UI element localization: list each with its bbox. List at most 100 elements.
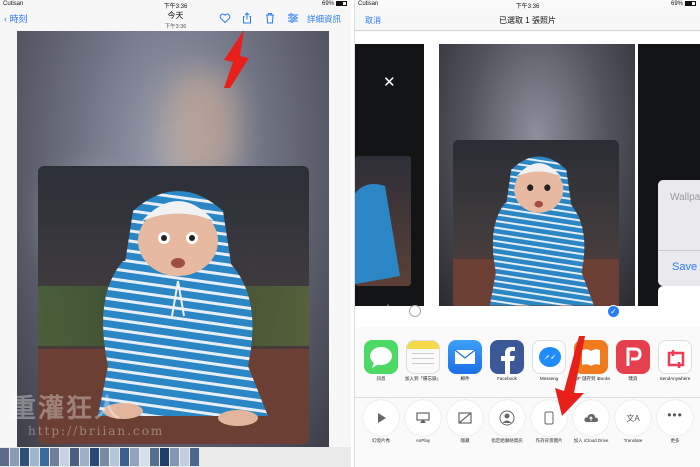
airplay-icon [405,400,441,436]
action-slideshow[interactable]: 幻燈片秀 [359,400,403,444]
annotation-arrow [224,30,249,88]
annotation-arrow [555,336,585,416]
photo-selection-carousel: ✕ ⤓ [355,32,700,327]
share-app-notes[interactable]: 加入到「備忘錄」 [401,340,445,382]
battery-icon [336,1,347,6]
battery-indicator: 69% [671,1,696,7]
close-icon[interactable]: ✕ [383,75,396,90]
action-airplay[interactable]: AirPlay [401,400,445,444]
battery-percent: 69% [670,1,683,8]
status-bar: Cutisan 下午3:36 69% [355,0,700,10]
mail-icon [448,340,482,374]
share-icon[interactable] [241,12,253,24]
baby-illustration [453,156,619,306]
photo-viewer-screen: Cutisan 下午3:36 69% ‹ 時刻 今天 下午3:36 詳細資訊 重… [0,0,351,467]
action-label: 加入 iCloud Drive [573,438,609,443]
photo-preview-selected[interactable] [439,44,635,306]
share-app-plurk[interactable]: 噗浪 [611,340,655,382]
sendanywhere-icon [658,340,692,374]
wallpaper-label: Wallpa [670,192,700,203]
filmstrip-thumb[interactable] [120,448,129,466]
photo-preview-right[interactable]: Wallpa Save [638,44,700,306]
filmstrip-thumb[interactable] [80,448,89,466]
share-apps-row: 訊息 加入到「備忘錄」 郵件 Facebook Messeng PDF 儲存到 … [355,340,700,392]
plurk-icon [616,340,650,374]
more-icon: ••• [657,400,693,436]
battery-percent: 69% [321,1,334,8]
action-label: 幻燈片秀 [372,438,390,443]
filmstrip-thumb[interactable] [60,448,69,466]
divider [658,250,700,251]
share-actions-row: 幻燈片秀 AirPlay 隱藏 指定給聯絡資訊 作為背景圖片 加入 iCloud… [355,400,700,460]
photo-preview-thumb [453,140,619,306]
share-sheet-screen: Cutisan 下午3:36 69% 取消 已選取 1 張照片 ✕ ⤓ [354,0,700,467]
filmstrip-thumb[interactable] [160,448,169,466]
messages-icon [364,340,398,374]
photo-filmstrip[interactable] [0,447,351,467]
filmstrip-thumb[interactable] [20,448,29,466]
photo-preview-left[interactable]: ✕ ⤓ [355,44,424,306]
filmstrip-thumb[interactable] [40,448,49,466]
divider [355,397,700,398]
trash-icon[interactable] [264,12,276,24]
filmstrip-thumb[interactable] [130,448,139,466]
app-label: 郵件 [460,376,470,381]
filmstrip-thumb[interactable] [0,448,9,466]
filmstrip-thumb[interactable] [140,448,149,466]
action-assign-contact[interactable]: 指定給聯絡資訊 [485,400,529,444]
heart-icon[interactable] [219,12,231,24]
details-button[interactable]: 詳細資訊 [307,13,341,25]
wallpaper-dialog-preview: Wallpa Save [658,180,700,286]
download-icon[interactable]: ⤓ [378,303,398,306]
screenshot-root: Cutisan 下午3:36 69% ‹ 時刻 今天 下午3:36 詳細資訊 重… [0,0,700,467]
action-label: 更多 [670,438,680,443]
filmstrip-thumb[interactable] [110,448,119,466]
action-hide[interactable]: 隱藏 [443,400,487,444]
share-app-mail[interactable]: 郵件 [443,340,487,382]
filmstrip-thumb[interactable] [70,448,79,466]
share-app-facebook[interactable]: Facebook [485,340,529,381]
facebook-icon [490,340,524,374]
share-app-sendanywhere[interactable]: SendAnywhere [653,340,697,381]
selection-title: 已選取 1 張照片 [499,16,556,25]
app-label: 加入到「備忘錄」 [405,376,441,381]
filmstrip-thumb[interactable] [30,448,39,466]
action-label: 隱藏 [460,438,470,443]
app-label: Facebook [497,376,517,381]
action-label: Translate [623,438,643,443]
action-translate[interactable]: 文A Translate [611,400,655,444]
photo-nav-bar: ‹ 時刻 今天 下午3:36 詳細資訊 [0,9,351,30]
filmstrip-thumb[interactable] [150,448,159,466]
share-nav-bar: 取消 已選取 1 張照片 [355,9,700,31]
watermark-url: http://briian.com [28,424,165,438]
app-label: 訊息 [376,376,386,381]
battery-icon [685,1,696,6]
share-app-messages[interactable]: 訊息 [359,340,403,382]
filmstrip-thumb[interactable] [100,448,109,466]
action-label: 作為背景圖片 [535,438,563,443]
selected-checkmark-icon[interactable]: ✓ [607,305,620,318]
filmstrip-thumb[interactable] [180,448,189,466]
filmstrip-thumb[interactable] [90,448,99,466]
play-icon [363,400,399,436]
filmstrip-thumb[interactable] [10,448,19,466]
app-label: 噗浪 [628,376,638,381]
action-more[interactable]: ••• 更多 [653,400,697,444]
translate-icon: 文A [615,400,651,436]
save-label: Save [672,261,698,273]
action-label: AirPlay [415,438,431,443]
baby-illustration [355,184,400,285]
unselected-circle-icon[interactable] [409,305,421,317]
filmstrip-thumb[interactable] [190,448,199,466]
notes-icon [406,340,440,374]
action-label: 指定給聯絡資訊 [491,438,523,443]
status-bar: Cutisan 下午3:36 69% [0,0,351,10]
filmstrip-thumb[interactable] [170,448,179,466]
watermark-text: 重灌狂人 [10,394,123,424]
app-label: SendAnywhere [659,376,691,381]
adjust-icon[interactable] [287,12,299,24]
battery-indicator: 69% [322,1,347,7]
filmstrip-thumb[interactable] [50,448,59,466]
hide-icon [447,400,483,436]
photo-preview-thumb [355,156,411,286]
